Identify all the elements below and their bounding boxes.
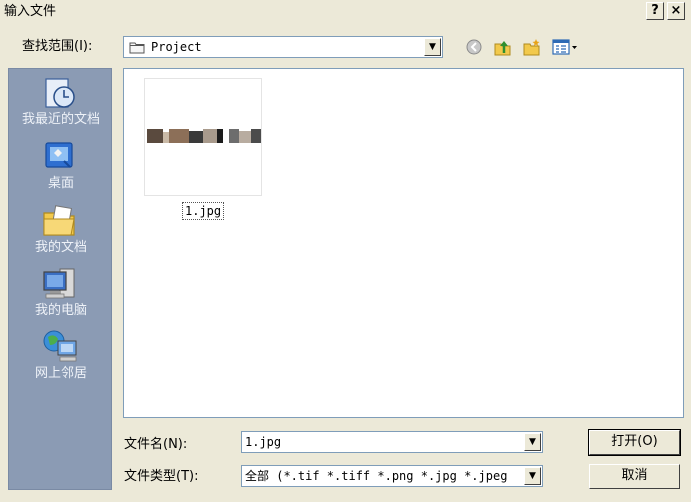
dialog-title: 输入文件 [4,4,57,19]
close-button[interactable]: × [667,2,685,20]
look-in-label: 查找范围(I): [22,39,93,54]
chevron-down-icon[interactable]: ▼ [424,38,441,56]
place-desktop[interactable]: 桌面 [9,139,113,201]
file-type-label: 文件类型(T): [124,469,199,484]
file-item[interactable]: 1.jpg [142,78,264,228]
file-thumbnail [144,78,262,196]
open-file-dialog: 输入文件 ? × 查找范围(I): Project ▼ 我最近的文档 桌面 我的… [0,0,691,502]
my-computer-icon [43,268,75,299]
place-recent-documents[interactable]: 我最近的文档 [9,75,113,137]
place-label: 我最近的文档 [21,112,100,127]
place-my-computer[interactable]: 我的电脑 [9,266,113,328]
image-thumbnail-icon [147,129,261,143]
look-in-dropdown[interactable]: Project ▼ [123,36,443,58]
look-in-value: Project [151,40,202,54]
folder-icon [129,42,145,54]
back-icon[interactable] [464,38,484,56]
my-documents-icon [43,205,75,236]
file-name-combo[interactable]: ▼ [241,431,543,453]
file-type-select[interactable]: 全部 (*.tif *.tiff *.png *.jpg *.jpeg ▼ [241,465,543,487]
title-bar: 输入文件 ? × [0,0,691,24]
up-folder-icon[interactable] [493,38,513,56]
open-button[interactable]: 打开(O) [588,429,681,456]
place-my-documents[interactable]: 我的文档 [9,203,113,265]
place-label: 桌面 [47,176,74,191]
file-name-input[interactable] [245,433,520,451]
view-menu-icon[interactable] [551,38,579,56]
chevron-down-icon[interactable]: ▼ [524,467,541,485]
network-places-icon [43,330,77,362]
desktop-icon [45,142,73,168]
help-button[interactable]: ? [646,2,664,20]
new-folder-icon[interactable] [522,38,542,56]
file-name-label: 文件名(N): [124,437,188,452]
place-network-places[interactable]: 网上邻居 [9,329,113,391]
chevron-down-icon[interactable]: ▼ [524,433,541,451]
cancel-button[interactable]: 取消 [589,464,680,489]
file-name-label: 1.jpg [182,202,225,220]
places-bar: 我最近的文档 桌面 我的文档 我的电脑 网上邻居 [8,68,112,490]
file-type-value: 全部 (*.tif *.tiff *.png *.jpg *.jpeg [245,469,508,483]
file-list-view[interactable]: 1.jpg [123,68,684,418]
place-label: 网上邻居 [34,366,87,381]
place-label: 我的电脑 [34,303,87,318]
recent-documents-icon [45,78,75,108]
place-label: 我的文档 [34,240,87,255]
